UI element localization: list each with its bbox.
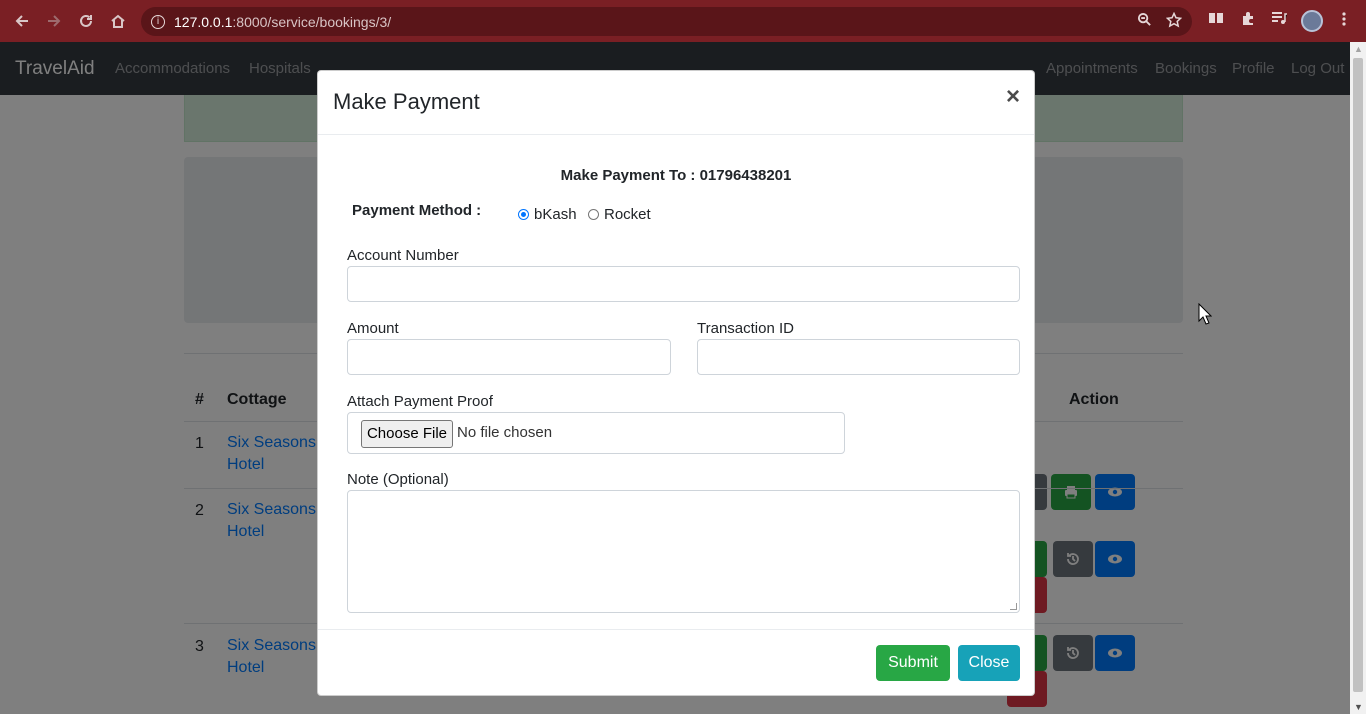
url-text: 127.0.0.1:8000/service/bookings/3/ bbox=[174, 13, 392, 30]
site-info-icon[interactable]: i bbox=[151, 14, 165, 29]
browser-toolbar: i 127.0.0.1:8000/service/bookings/3/ bbox=[0, 0, 1366, 42]
file-input[interactable]: Choose File No file chosen bbox=[347, 412, 845, 454]
file-status: No file chosen bbox=[457, 424, 553, 441]
note-textarea[interactable] bbox=[347, 490, 1020, 613]
extensions-icon[interactable] bbox=[1240, 10, 1256, 30]
account-number-field[interactable] bbox=[347, 266, 1020, 302]
radio-rocket[interactable] bbox=[588, 209, 599, 220]
address-bar[interactable]: i 127.0.0.1:8000/service/bookings/3/ bbox=[141, 7, 1192, 36]
radio-bkash[interactable] bbox=[518, 209, 529, 220]
payment-modal: Make Payment × Make Payment To : 0179643… bbox=[317, 70, 1035, 696]
transaction-id-field[interactable] bbox=[697, 339, 1020, 375]
payment-method-label: Payment Method : bbox=[352, 202, 482, 219]
browser-menu-icon[interactable] bbox=[1338, 11, 1350, 31]
modal-header: Make Payment × bbox=[318, 71, 1034, 135]
mouse-cursor-icon bbox=[1198, 302, 1213, 330]
bookmark-star-icon[interactable] bbox=[1165, 11, 1183, 32]
profile-avatar[interactable] bbox=[1301, 10, 1323, 32]
radio-rocket-label[interactable]: Rocket bbox=[604, 206, 651, 223]
pay-to-text: Make Payment To : 01796438201 bbox=[560, 167, 792, 184]
close-icon[interactable]: × bbox=[1006, 85, 1020, 109]
home-icon[interactable] bbox=[102, 5, 134, 37]
pay-to-number: 01796438201 bbox=[699, 167, 792, 184]
page-scrollbar[interactable]: ▲ ▼ bbox=[1350, 42, 1366, 714]
choose-file-button[interactable]: Choose File bbox=[361, 420, 453, 448]
zoom-icon[interactable] bbox=[1137, 12, 1152, 32]
scroll-up-arrow[interactable]: ▲ bbox=[1354, 44, 1363, 54]
resize-grip-icon[interactable] bbox=[1010, 603, 1017, 610]
account-number-label: Account Number bbox=[347, 247, 459, 264]
scroll-down-arrow[interactable]: ▼ bbox=[1354, 702, 1363, 712]
radio-bkash-label[interactable]: bKash bbox=[534, 206, 577, 223]
amount-field[interactable] bbox=[347, 339, 671, 375]
modal-footer-divider bbox=[318, 629, 1034, 630]
modal-title: Make Payment bbox=[333, 89, 480, 114]
attach-proof-label: Attach Payment Proof bbox=[347, 393, 493, 410]
media-control-icon[interactable] bbox=[1271, 10, 1287, 30]
close-button[interactable]: Close bbox=[958, 645, 1020, 681]
scrollbar-thumb[interactable] bbox=[1353, 58, 1363, 692]
forward-icon[interactable] bbox=[38, 5, 70, 37]
reading-list-icon[interactable] bbox=[1208, 10, 1224, 30]
transaction-id-label: Transaction ID bbox=[697, 320, 794, 337]
amount-label: Amount bbox=[347, 320, 399, 337]
back-icon[interactable] bbox=[6, 5, 38, 37]
note-label: Note (Optional) bbox=[347, 471, 449, 488]
submit-button[interactable]: Submit bbox=[876, 645, 950, 681]
reload-icon[interactable] bbox=[70, 5, 102, 37]
